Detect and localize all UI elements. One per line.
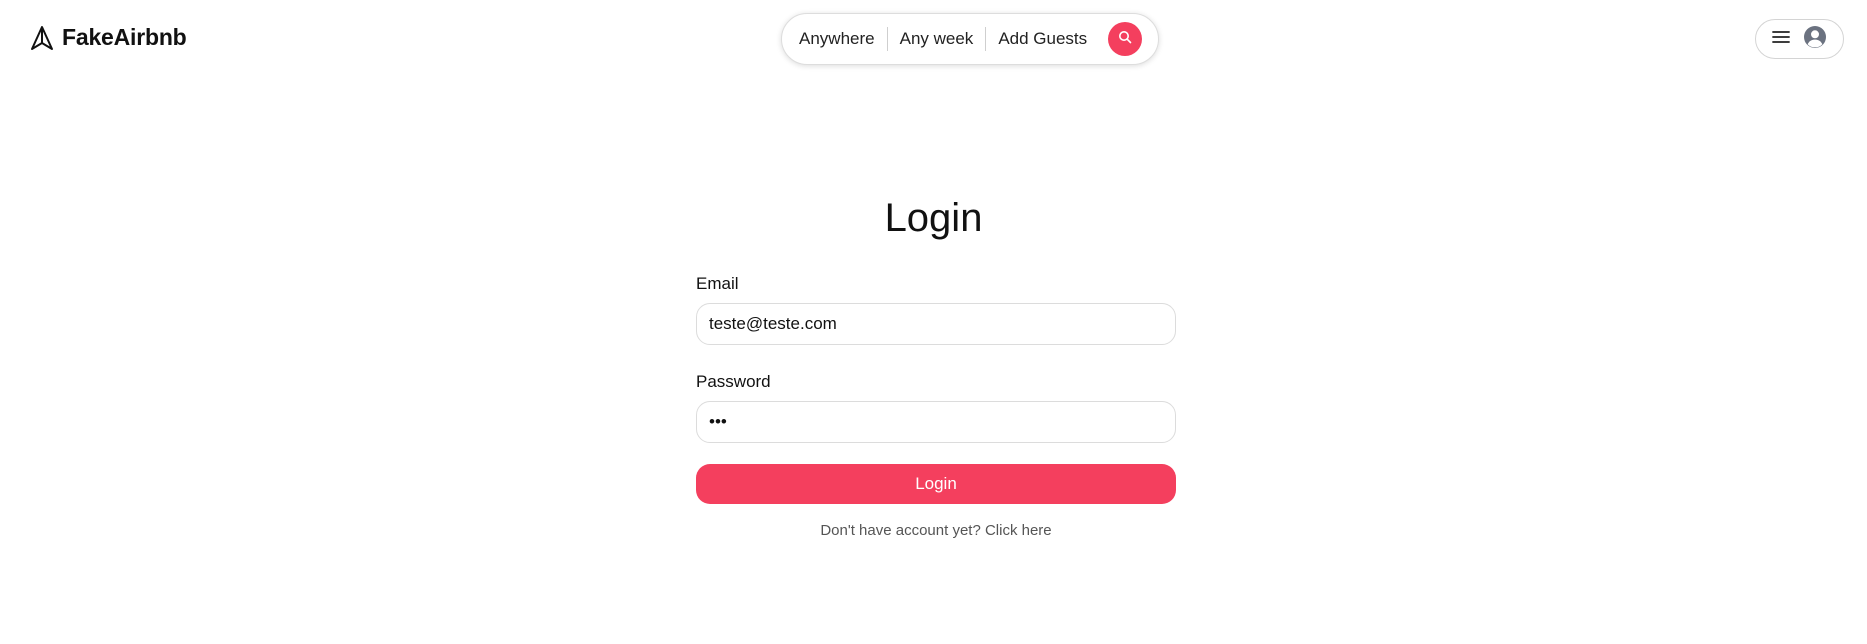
top-navbar: FakeAirbnb Anywhere Any week Add Guests xyxy=(0,0,1867,78)
user-avatar-icon xyxy=(1803,25,1827,54)
password-label: Password xyxy=(696,372,771,391)
login-form: Email Password Login Don't have account … xyxy=(696,274,1176,539)
brand-logo-link[interactable]: FakeAirbnb xyxy=(30,24,187,51)
search-icon xyxy=(1118,30,1132,49)
search-divider xyxy=(985,27,987,51)
email-field[interactable] xyxy=(696,303,1176,345)
hamburger-menu-icon xyxy=(1772,30,1790,49)
signup-link[interactable]: Don't have account yet? Click here xyxy=(696,522,1176,539)
brand-name: FakeAirbnb xyxy=(62,24,187,50)
paper-plane-logo-icon xyxy=(30,25,54,51)
search-divider xyxy=(886,27,888,51)
email-label: Email xyxy=(696,274,739,293)
search-button[interactable] xyxy=(1108,22,1142,56)
login-title: Login xyxy=(884,196,983,240)
search-date[interactable]: Any week xyxy=(900,29,974,49)
login-button[interactable]: Login xyxy=(696,464,1176,504)
password-field[interactable] xyxy=(696,401,1176,443)
search-bar[interactable]: Anywhere Any week Add Guests xyxy=(781,13,1159,65)
search-location[interactable]: Anywhere xyxy=(799,29,875,49)
search-guests[interactable]: Add Guests xyxy=(998,29,1087,49)
user-menu-button[interactable] xyxy=(1755,19,1844,59)
